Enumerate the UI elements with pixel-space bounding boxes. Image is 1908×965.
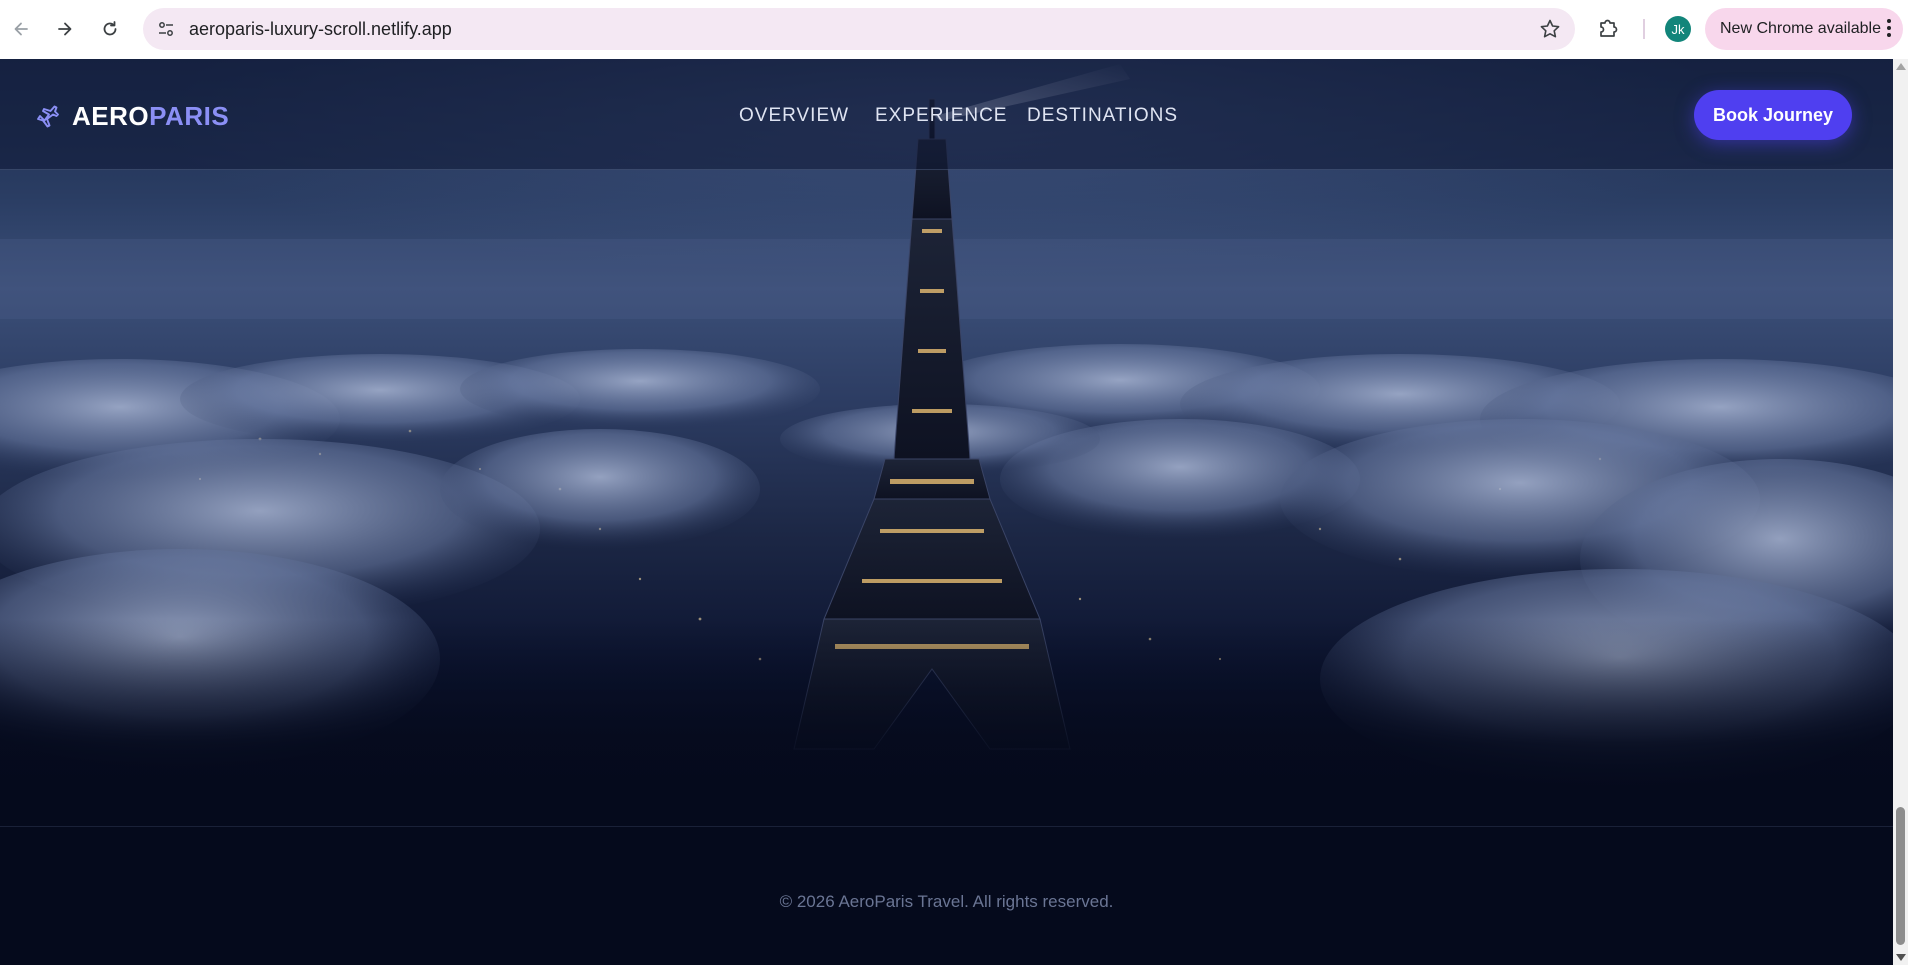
- url-text[interactable]: aeroparis-luxury-scroll.netlify.app: [189, 8, 452, 50]
- arrow-right-icon: [58, 22, 72, 36]
- forward-button[interactable]: [50, 14, 80, 44]
- star-icon: [1540, 19, 1560, 38]
- site-footer: © 2026 AeroParis Travel. All rights rese…: [0, 826, 1893, 965]
- extensions-button[interactable]: [1596, 15, 1622, 41]
- address-bar[interactable]: aeroparis-luxury-scroll.netlify.app: [143, 8, 1575, 50]
- copyright-text: © 2026 AeroParis Travel. All rights rese…: [779, 892, 1114, 911]
- profile-avatar[interactable]: Jk: [1665, 16, 1691, 42]
- update-label: New Chrome available: [1720, 20, 1881, 37]
- chrome-update-button[interactable]: New Chrome available: [1705, 8, 1903, 50]
- hero-section: AERO PARIS OVERVIEW EXPERIENCE DESTINATIO…: [0, 59, 1893, 826]
- tune-icon: [159, 22, 173, 36]
- toolbar-separator: [1643, 19, 1645, 39]
- scroll-up-arrow-icon[interactable]: [1896, 63, 1906, 70]
- back-button[interactable]: [6, 14, 36, 44]
- reload-icon: [103, 21, 117, 36]
- arrow-left-icon: [14, 22, 28, 36]
- browser-toolbar: aeroparis-luxury-scroll.netlify.app Jk N…: [0, 0, 1908, 59]
- page-scrollbar[interactable]: [1893, 59, 1908, 965]
- page-viewport: AERO PARIS OVERVIEW EXPERIENCE DESTINATIO…: [0, 59, 1893, 965]
- book-journey-button[interactable]: Book Journey: [1694, 90, 1852, 140]
- bookmark-button[interactable]: [1539, 18, 1561, 40]
- kebab-menu-icon[interactable]: [1887, 19, 1891, 37]
- scroll-down-arrow-icon[interactable]: [1896, 954, 1906, 961]
- nav-overview[interactable]: OVERVIEW: [739, 105, 849, 127]
- hero-fade-overlay: [0, 619, 1893, 826]
- nav-destinations[interactable]: DESTINATIONS: [1027, 105, 1178, 127]
- reload-button[interactable]: [95, 14, 125, 44]
- nav-experience[interactable]: EXPERIENCE: [875, 105, 1007, 127]
- site-info-button[interactable]: [153, 16, 179, 42]
- scrollbar-thumb[interactable]: [1896, 807, 1905, 945]
- puzzle-icon: [1600, 19, 1618, 37]
- main-nav: OVERVIEW EXPERIENCE DESTINATIONS: [0, 105, 1893, 129]
- site-header: AERO PARIS OVERVIEW EXPERIENCE DESTINATIO…: [0, 59, 1893, 170]
